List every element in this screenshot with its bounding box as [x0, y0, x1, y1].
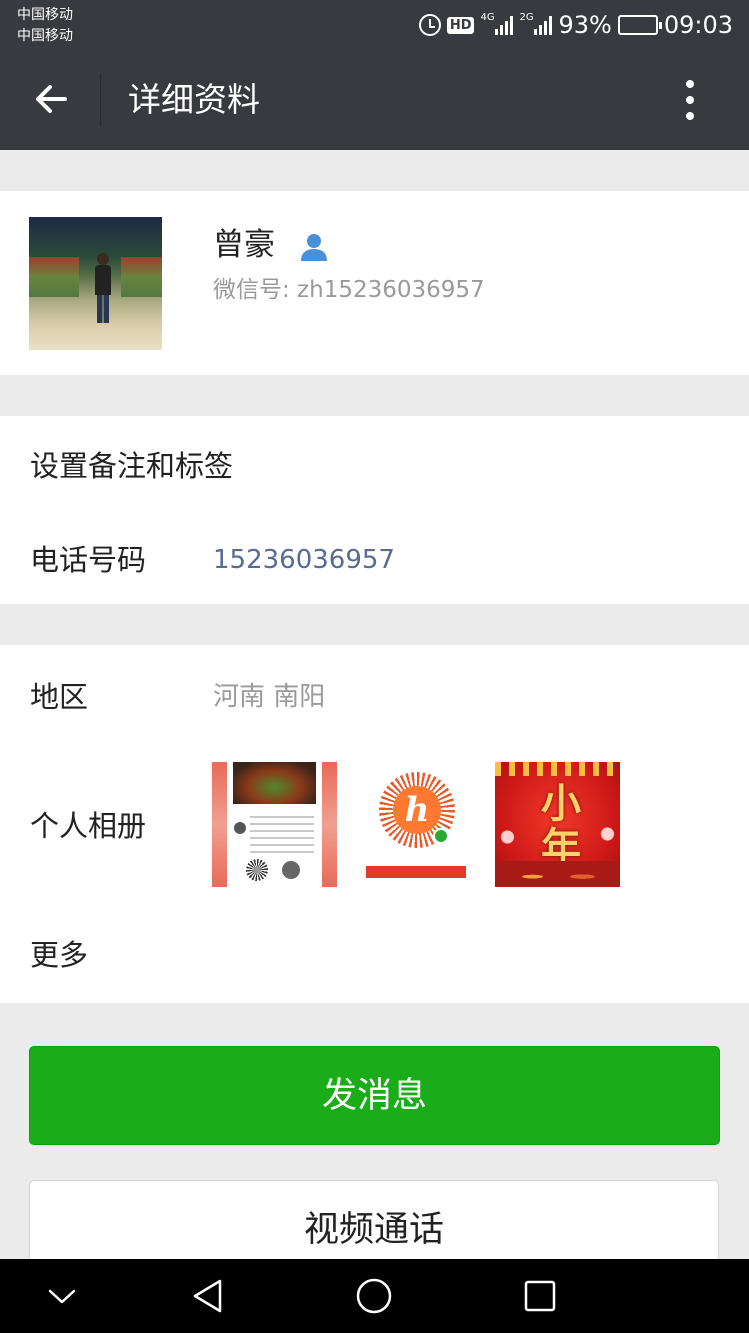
- carrier-1: 中国移动: [17, 7, 73, 23]
- profile-card[interactable]: 曾豪 微信号: zh15236036957: [0, 191, 749, 375]
- page-title: 详细资料: [128, 80, 260, 119]
- chevron-down-icon[interactable]: [42, 1276, 82, 1316]
- signal-icon-1: 4G: [480, 12, 514, 35]
- alarm-icon: [418, 14, 441, 36]
- carrier-names: 中国移动 中国移动: [17, 5, 73, 47]
- title-divider: [100, 74, 101, 126]
- album-label[interactable]: 个人相册: [30, 806, 146, 846]
- person-icon: [301, 234, 327, 261]
- more-vertical-icon[interactable]: [680, 78, 700, 122]
- hd-icon: HD: [446, 16, 475, 34]
- status-bar: 中国移动 中国移动 HD 4G 2G 93% 09:03: [0, 0, 749, 50]
- album-thumbnail-3-text: 小年: [541, 781, 581, 871]
- home-circle-icon[interactable]: [354, 1276, 394, 1316]
- carrier-2: 中国移动: [17, 28, 73, 44]
- contact-section: 设置备注和标签 电话号码 15236036957: [0, 416, 749, 604]
- status-icons: HD 4G 2G 93% 09:03: [418, 9, 733, 41]
- avatar[interactable]: [29, 217, 162, 350]
- recents-square-icon[interactable]: [520, 1276, 560, 1316]
- region-label: 地区: [30, 680, 89, 714]
- send-message-button[interactable]: 发消息: [29, 1046, 720, 1145]
- remark-tag-item[interactable]: 设置备注和标签: [30, 446, 233, 486]
- album-thumbnail-3[interactable]: 小年: [495, 762, 620, 887]
- network-type-1: 4G: [480, 12, 495, 23]
- phone-number-link[interactable]: 15236036957: [213, 540, 395, 580]
- network-type-2: 2G: [519, 12, 534, 23]
- phone-label: 电话号码: [30, 543, 147, 577]
- info-section: 地区 河南 南阳 个人相册 h 小年 更多: [0, 645, 749, 1003]
- battery-percent: 93%: [558, 11, 612, 39]
- back-triangle-icon[interactable]: [188, 1276, 228, 1316]
- signal-icon-2: 2G: [519, 12, 553, 35]
- album-thumbnail-1[interactable]: [212, 762, 337, 887]
- nickname: 曾豪: [213, 227, 275, 263]
- battery-icon: [617, 15, 662, 35]
- wechat-id: 微信号: zh15236036957: [213, 277, 485, 303]
- clock: 09:03: [663, 11, 733, 39]
- system-nav-bar: [0, 1259, 749, 1333]
- title-bar: 详细资料: [0, 50, 749, 150]
- region-value: 河南 南阳: [213, 682, 326, 712]
- album-thumbnail-2[interactable]: h: [354, 762, 479, 887]
- more-item[interactable]: 更多: [30, 935, 88, 975]
- arrow-left-icon[interactable]: [34, 82, 68, 116]
